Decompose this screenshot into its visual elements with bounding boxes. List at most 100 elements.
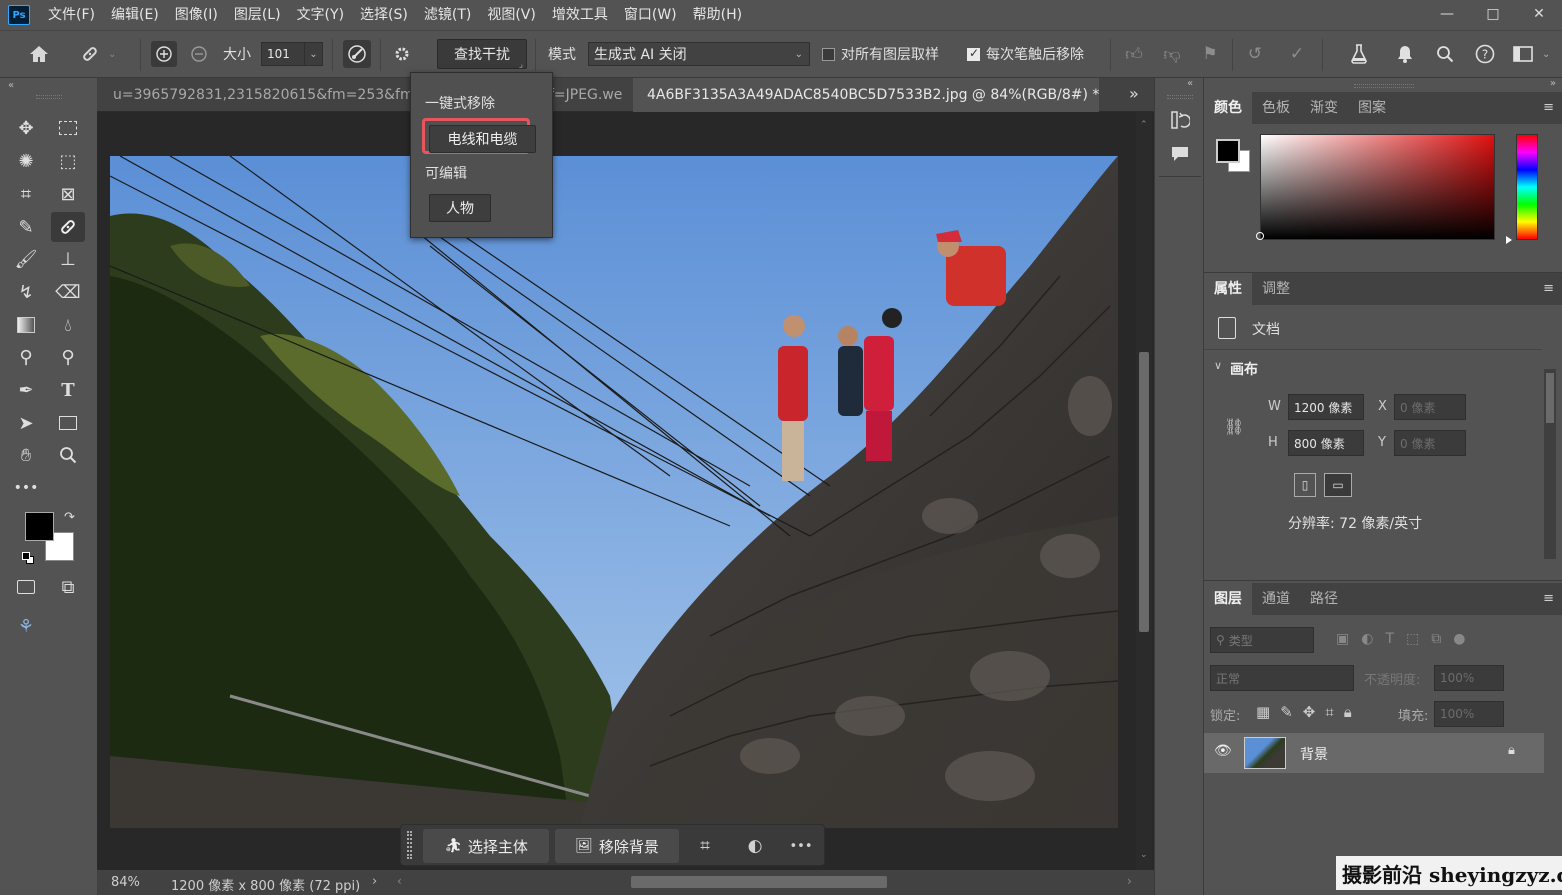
- stamp-tool-icon[interactable]: ⊥: [51, 244, 85, 274]
- tab-channels[interactable]: 通道: [1252, 583, 1300, 615]
- image-canvas[interactable]: [110, 156, 1118, 828]
- remove-background-button[interactable]: 🖼︎ 移除背景: [555, 829, 679, 863]
- minimize-button[interactable]: —: [1424, 0, 1470, 28]
- default-colors-icon[interactable]: [22, 552, 34, 564]
- toolbar-grip[interactable]: [36, 95, 62, 99]
- filter-pixel-icon[interactable]: ▣: [1336, 631, 1349, 647]
- scroll-right-icon[interactable]: ›: [1127, 874, 1132, 888]
- wires-and-cables-button[interactable]: 电线和电缆: [429, 125, 536, 153]
- filter-adjustment-icon[interactable]: ◐: [1361, 631, 1373, 647]
- filter-smart-object-icon[interactable]: ⧉: [1431, 631, 1441, 647]
- menu-plugins[interactable]: 增效工具: [544, 0, 616, 30]
- hue-slider[interactable]: [1516, 134, 1538, 240]
- chevron-down-icon[interactable]: ⌄: [304, 43, 322, 65]
- find-distractions-button[interactable]: 查找干扰 ⌟: [437, 39, 527, 70]
- eyedropper-tool-icon[interactable]: ✎: [9, 212, 43, 242]
- history-panel-icon[interactable]: [1165, 106, 1195, 134]
- menu-layer[interactable]: 图层(L): [226, 0, 289, 30]
- eraser-tool-icon[interactable]: ⌫: [51, 277, 85, 307]
- preset-dropdown-icon[interactable]: ⌄: [108, 39, 116, 69]
- menu-type[interactable]: 文字(Y): [289, 0, 352, 30]
- remove-after-stroke-checkbox[interactable]: [967, 46, 980, 61]
- status-menu-arrow[interactable]: ›: [372, 874, 377, 889]
- search-icon[interactable]: [1432, 39, 1458, 69]
- lock-all-icon[interactable]: 🔒︎: [1344, 703, 1352, 721]
- checkmark-icon[interactable]: ✓: [1284, 39, 1310, 69]
- tab-paths[interactable]: 路径: [1300, 583, 1348, 615]
- sample-all-layers-option[interactable]: 对所有图层取样: [822, 39, 939, 69]
- transform-icon[interactable]: ⌗: [691, 833, 719, 859]
- height-input[interactable]: 800 像素: [1288, 430, 1364, 456]
- more-options-icon[interactable]: •••: [787, 833, 815, 859]
- drag-handle[interactable]: [407, 831, 412, 859]
- move-tool-icon[interactable]: ✥: [9, 113, 43, 143]
- fg-color-chip[interactable]: [1216, 139, 1240, 163]
- lock-artboard-icon[interactable]: ⌗: [1325, 703, 1333, 721]
- horizontal-scrollbar-thumb[interactable]: [631, 876, 887, 888]
- canvas-section-title[interactable]: 画布: [1230, 359, 1258, 379]
- remove-tool-preset-icon[interactable]: [76, 39, 104, 69]
- tab-adjustments[interactable]: 调整: [1252, 273, 1300, 305]
- layer-row-background[interactable]: 👁︎ 背景 🔒︎: [1204, 733, 1544, 773]
- strip-grip[interactable]: [1167, 95, 1193, 99]
- filter-shape-icon[interactable]: ⬚: [1406, 631, 1419, 647]
- frame-tool-icon[interactable]: ⊠: [51, 179, 85, 209]
- help-icon[interactable]: ?: [1472, 39, 1498, 69]
- width-input[interactable]: 1200 像素: [1288, 394, 1364, 420]
- filter-toggle-icon[interactable]: ●: [1453, 631, 1465, 647]
- tab-patterns[interactable]: 图案: [1348, 92, 1396, 124]
- sample-all-layers-checkbox[interactable]: [822, 47, 835, 61]
- tabs-overflow-icon[interactable]: »: [1129, 84, 1139, 103]
- color-field[interactable]: [1260, 134, 1495, 240]
- dodge-tool-icon[interactable]: ⚲: [9, 342, 43, 372]
- blend-mode-select[interactable]: 正常: [1210, 665, 1354, 691]
- workspace-icon[interactable]: [1510, 39, 1536, 69]
- subtract-brush-mode-icon[interactable]: [186, 39, 212, 69]
- y-input[interactable]: 0 像素: [1394, 430, 1466, 456]
- panel-menu-icon[interactable]: ≡: [1543, 591, 1554, 606]
- menu-image[interactable]: 图像(I): [167, 0, 226, 30]
- crop-tool-icon[interactable]: ⌗: [9, 179, 43, 209]
- menu-window[interactable]: 窗口(W): [616, 0, 685, 30]
- brush-tool-icon[interactable]: 🖌︎: [9, 244, 43, 274]
- history-brush-tool-icon[interactable]: ↯: [9, 277, 43, 307]
- x-input[interactable]: 0 像素: [1394, 394, 1466, 420]
- maximize-button[interactable]: □: [1470, 0, 1516, 28]
- collapse-panels-icon[interactable]: »: [1550, 78, 1556, 89]
- menu-select[interactable]: 选择(S): [352, 0, 416, 30]
- tab-color[interactable]: 颜色: [1204, 92, 1252, 124]
- scroll-up-icon[interactable]: ⌃: [1140, 120, 1148, 130]
- menu-edit[interactable]: 编辑(E): [103, 0, 167, 30]
- flag-icon[interactable]: ⚑: [1198, 39, 1222, 69]
- adjustment-icon[interactable]: ◐: [741, 833, 769, 859]
- menu-help[interactable]: 帮助(H): [685, 0, 750, 30]
- lock-transparent-icon[interactable]: ▦: [1256, 703, 1270, 721]
- lasso-tool-icon[interactable]: ✺: [9, 146, 43, 176]
- pen-tool-icon[interactable]: ✒: [9, 375, 43, 405]
- screen-mode-icon[interactable]: ⧉: [51, 572, 85, 602]
- gear-icon[interactable]: [390, 39, 414, 69]
- vertical-scrollbar-thumb[interactable]: [1139, 352, 1149, 632]
- menu-view[interactable]: 视图(V): [479, 0, 544, 30]
- tab-properties[interactable]: 属性: [1204, 273, 1252, 305]
- foreground-color-swatch[interactable]: [25, 512, 54, 541]
- quick-mask-icon[interactable]: [9, 572, 43, 602]
- properties-scrollbar[interactable]: [1544, 369, 1556, 559]
- close-window-button[interactable]: ✕: [1516, 0, 1562, 28]
- mode-select[interactable]: 生成式 AI 关闭 ⌄: [588, 42, 810, 66]
- people-button[interactable]: 人物: [429, 194, 491, 222]
- layer-name[interactable]: 背景: [1300, 744, 1328, 764]
- remove-after-stroke-option[interactable]: 每次笔触后移除: [967, 39, 1084, 69]
- fill-input[interactable]: 100%: [1434, 701, 1504, 727]
- chevron-down-icon[interactable]: ∨: [1214, 359, 1222, 372]
- hue-slider-marker[interactable]: [1506, 236, 1512, 244]
- path-selection-tool-icon[interactable]: ➤: [9, 408, 43, 438]
- remove-tool-icon[interactable]: [51, 212, 85, 242]
- menu-file[interactable]: 文件(F): [40, 0, 103, 30]
- portrait-orientation-icon[interactable]: ▯: [1294, 473, 1316, 497]
- tab-swatches[interactable]: 色板: [1252, 92, 1300, 124]
- scroll-left-icon[interactable]: ‹: [397, 874, 402, 888]
- more-tools-icon[interactable]: •••: [9, 473, 43, 503]
- swap-colors-icon[interactable]: ↷: [64, 510, 75, 525]
- tab-layers[interactable]: 图层: [1204, 583, 1252, 615]
